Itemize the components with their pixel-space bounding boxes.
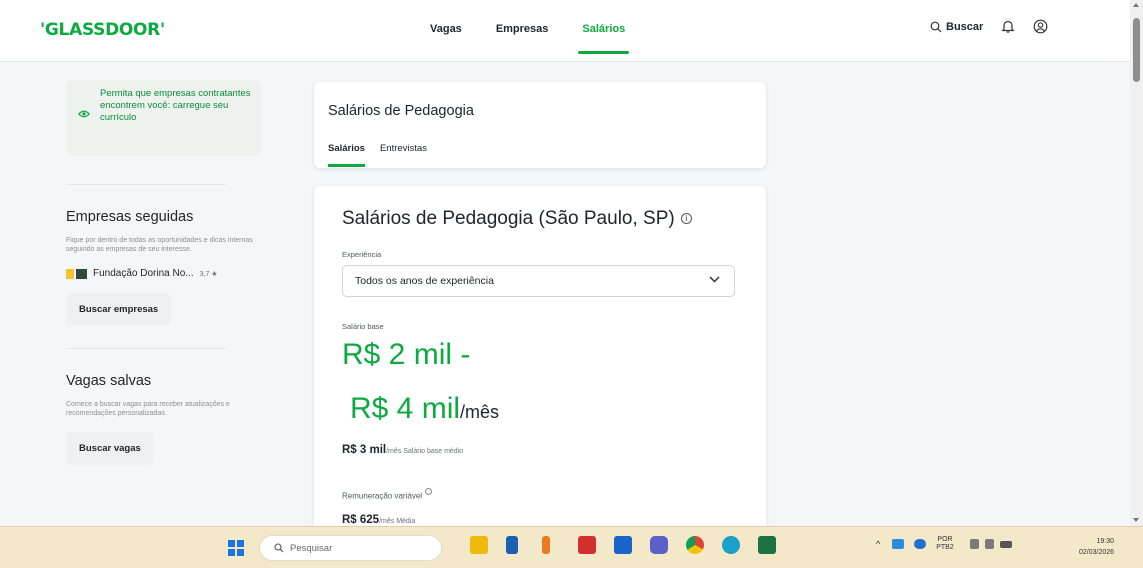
chrome-icon[interactable] [686, 536, 704, 554]
glassdoor-logo[interactable]: 'GLASSDOOR' [40, 20, 165, 40]
search-button-label: Buscar [946, 20, 984, 33]
experience-selected-value: Todos os anos de experiência [355, 275, 494, 287]
scroll-down-arrow-icon[interactable] [1133, 518, 1139, 522]
variable-pay-line: R$ 625/mês Média [342, 514, 415, 526]
onedrive-icon[interactable] [914, 539, 927, 549]
followed-company-item[interactable]: Fundação Dorina No... 3,7 ★ [66, 268, 261, 279]
search-companies-button[interactable]: Buscar empresas [66, 293, 172, 326]
scroll-thumb[interactable] [1133, 18, 1140, 82]
search-icon [930, 21, 942, 32]
windows-start-icon[interactable] [228, 540, 244, 556]
per-month-unit: /mês [460, 402, 500, 422]
page-title: Salários de Pedagogia [328, 103, 474, 119]
system-tray: ^ POR PTB2 [876, 536, 1022, 552]
chevron-up-icon[interactable]: ^ [876, 539, 880, 549]
chevron-down-icon [709, 276, 720, 283]
average-salary-line: R$ 3 mil/mês Salário base médio [342, 444, 463, 456]
average-salary-caption: /mês Salário base médio [386, 448, 464, 455]
main-nav: Vagas Empresas Salários [430, 0, 659, 62]
sidebar-divider [66, 348, 226, 349]
saved-jobs-description: Comece a buscar vagas para receber atual… [66, 401, 230, 417]
page-header-card: Salários de Pedagogia Salários Entrevist… [314, 82, 766, 168]
page-tabs: Salários Entrevistas [328, 143, 442, 167]
pdf-reader-icon[interactable] [578, 536, 596, 554]
search-icon [274, 543, 284, 553]
taskbar-apps [470, 536, 794, 554]
info-icon[interactable] [425, 488, 433, 495]
wifi-icon[interactable] [969, 539, 979, 549]
tab-entrevistas[interactable]: Entrevistas [380, 143, 427, 154]
system-clock[interactable]: 19:30 02/03/2026 [1079, 536, 1114, 558]
clock-date: 02/03/2026 [1079, 549, 1115, 556]
page-scrollbar[interactable] [1130, 0, 1143, 526]
followed-companies-description: Fique por dentro de todas as oportunidad… [66, 237, 253, 253]
excel-icon[interactable] [758, 536, 776, 554]
variable-pay-caption: /mês Média [379, 518, 416, 525]
salary-range-max: R$ 4 mil/mês [350, 392, 500, 425]
battery-icon[interactable] [999, 540, 1012, 548]
search-jobs-button[interactable]: Buscar vagas [66, 432, 154, 465]
experience-select[interactable]: Todos os anos de experiência [342, 265, 735, 297]
base-salary-label: Salário base [342, 322, 384, 331]
notifications-bell-icon[interactable] [1001, 19, 1015, 34]
tab-salarios[interactable]: Salários [328, 143, 365, 167]
sidebar-divider [66, 184, 226, 185]
clock-time: 19:30 [1096, 538, 1115, 545]
taskbar-search[interactable]: Pesquisar [259, 535, 442, 561]
taskbar-search-placeholder: Pesquisar [290, 542, 333, 554]
variable-pay-label: Remuneração variável [342, 488, 433, 501]
info-icon[interactable]: i [680, 213, 692, 225]
company-logo [66, 268, 88, 279]
upload-resume-card[interactable]: Permita que empresas contratantes encont… [66, 80, 261, 156]
variable-pay-value: R$ 625 [342, 514, 380, 526]
salary-card: Salários de Pedagogia (São Paulo, SP) i E… [314, 186, 766, 531]
followed-companies-title: Empresas seguidas [66, 209, 194, 225]
left-sidebar: Permita que empresas contratantes encont… [66, 80, 261, 465]
experience-label: Experiência [342, 250, 382, 259]
company-name: Fundação Dorina No... [93, 268, 194, 279]
app-icon[interactable] [542, 536, 550, 554]
app-icon[interactable] [506, 536, 518, 554]
header-actions: Buscar [930, 19, 1048, 34]
upload-resume-text: Permita que empresas contratantes encont… [100, 88, 251, 123]
nav-salarios[interactable]: Salários [578, 0, 630, 62]
language-indicator[interactable]: POR PTB2 [936, 536, 954, 552]
volume-icon[interactable] [984, 539, 994, 549]
profile-icon[interactable] [1033, 19, 1048, 34]
edge-icon[interactable] [722, 536, 740, 554]
outlook-icon[interactable] [614, 536, 632, 554]
file-explorer-icon[interactable] [470, 536, 488, 554]
nav-empresas[interactable]: Empresas [496, 0, 549, 62]
average-salary-value: R$ 3 mil [342, 444, 387, 456]
nav-vagas[interactable]: Vagas [430, 0, 462, 62]
scroll-up-arrow-icon[interactable] [1133, 3, 1139, 7]
search-button[interactable]: Buscar [930, 21, 983, 33]
windows-taskbar: Pesquisar ^ POR PTB2 19:30 02/03/2026 [0, 526, 1143, 568]
top-navigation-bar: 'GLASSDOOR' Vagas Empresas Salários Busc… [0, 0, 1130, 62]
salary-card-title: Salários de Pedagogia (São Paulo, SP) i [342, 208, 692, 230]
company-rating: 3,7 ★ [199, 270, 218, 278]
teams-icon[interactable] [650, 536, 668, 554]
app-tray-icon[interactable] [892, 539, 905, 549]
eye-icon [78, 110, 90, 118]
saved-jobs-title: Vagas salvas [66, 373, 152, 389]
salary-range-min: R$ 2 mil - [342, 338, 471, 371]
